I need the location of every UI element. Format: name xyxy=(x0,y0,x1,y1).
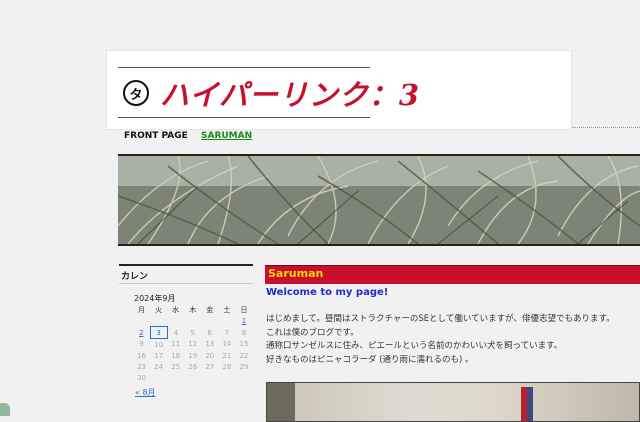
calendar-day xyxy=(201,372,218,383)
post-image-shadow xyxy=(267,383,295,421)
calendar-day: 13 xyxy=(205,340,215,349)
calendar-day: 23 xyxy=(137,362,146,371)
calendar-day-link[interactable]: 2 xyxy=(133,327,150,339)
calendar-day: 15 xyxy=(239,340,249,349)
calendar-day xyxy=(218,315,235,327)
calendar-week: 9 10 11 12 13 14 15 xyxy=(133,339,253,351)
calendar-day: 28 xyxy=(222,362,232,371)
calendar-day xyxy=(184,315,201,327)
calendar-day xyxy=(150,372,167,383)
calendar-day xyxy=(133,315,150,327)
weekday-sat: 土 xyxy=(223,305,231,314)
calendar-day: 5 xyxy=(190,328,195,337)
calendar-week: 30 xyxy=(133,372,253,383)
calendar-day: 16 xyxy=(137,351,146,360)
calendar-day: 27 xyxy=(205,362,215,371)
calendar-prev-month-link[interactable]: « 8月 xyxy=(135,387,156,398)
calendar-day: 25 xyxy=(171,362,181,371)
calendar-weekday-row: 月 火 水 木 金 土 日 xyxy=(133,304,253,315)
calendar-day: 24 xyxy=(154,362,164,371)
calendar-day-today[interactable]: 3 xyxy=(149,326,168,339)
calendar-day: 6 xyxy=(207,328,213,337)
calendar-day xyxy=(218,372,235,383)
calendar-day xyxy=(184,372,201,383)
weekday-mon: 月 xyxy=(138,305,146,314)
calendar-day: 26 xyxy=(188,362,198,371)
logo-rule-top xyxy=(118,67,370,68)
calendar-day: 20 xyxy=(205,351,215,360)
calendar-week: 16 17 18 19 20 21 22 xyxy=(133,350,253,361)
weekday-thu: 木 xyxy=(189,305,197,314)
calendar-day: 30 xyxy=(137,373,146,382)
header-divider xyxy=(572,127,640,128)
calendar-day: 14 xyxy=(222,340,232,349)
post-image xyxy=(266,382,640,422)
sidebar-title-underline xyxy=(119,283,253,284)
sidebar-title-rule xyxy=(119,264,253,266)
post-paragraph: 好きなものはピニャコラーダ (通り雨に濡れるのも) 。 xyxy=(266,354,474,365)
calendar-day xyxy=(167,372,184,383)
calendar-table: 月 火 水 木 金 土 日 1 2 3 4 5 6 7 8 9 10 11 12… xyxy=(133,304,253,383)
calendar-day: 9 xyxy=(139,340,144,349)
weekday-wed: 水 xyxy=(172,305,180,314)
calendar-day xyxy=(235,372,252,383)
site-logo-title[interactable]: ハイパーリンク：3 xyxy=(160,72,420,114)
weekday-sun: 日 xyxy=(240,305,248,314)
calendar-day xyxy=(201,315,218,327)
calendar-day: 11 xyxy=(171,340,181,349)
post-title[interactable]: Saruman xyxy=(268,267,323,280)
post-paragraph: 通称口サンゼルスに住み、ピエールという名前のかわいい犬を飼っています。 xyxy=(266,341,563,351)
calendar-day: 10 xyxy=(154,340,164,349)
corner-decoration xyxy=(0,403,10,416)
calendar-day: 18 xyxy=(171,351,181,360)
post-subtitle: Welcome to my page! xyxy=(266,287,389,298)
post-paragraph: はじめまして。昼間はストラクチャーのSEとして働いていますが、俳優志望でもありま… xyxy=(266,314,615,324)
calendar-day: 22 xyxy=(239,351,249,360)
calendar-day xyxy=(150,315,167,327)
nav-saruman[interactable]: SARUMAN xyxy=(201,131,252,141)
calendar-caption: 2024年9月 xyxy=(134,294,176,303)
calendar-week: 23 24 25 26 27 28 29 xyxy=(133,361,253,372)
calendar-day: 17 xyxy=(154,351,164,360)
calendar-day: 21 xyxy=(222,351,232,360)
calendar-day: 4 xyxy=(173,328,179,337)
calendar-day: 7 xyxy=(224,328,230,337)
calendar-day-link[interactable]: 1 xyxy=(235,315,252,327)
post-body: はじめまして。昼間はストラクチャーのSEとして働いていますが、俳優志望でもありま… xyxy=(266,313,640,367)
weekday-tue: 火 xyxy=(155,305,163,314)
calendar-day: 19 xyxy=(188,351,198,360)
nav-front-page[interactable]: FRONT PAGE xyxy=(124,131,188,141)
logo-mark: タ xyxy=(123,80,149,106)
calendar-week: 1 xyxy=(133,315,253,327)
post-image-blue-strip xyxy=(527,387,533,421)
weekday-fri: 金 xyxy=(206,305,214,314)
calendar-day: 8 xyxy=(241,328,247,337)
calendar-day: 29 xyxy=(239,362,249,371)
calendar-week: 2 3 4 5 6 7 8 xyxy=(133,326,253,339)
calendar-day: 12 xyxy=(188,340,198,349)
post-paragraph: これは僕のブログです。 xyxy=(266,327,359,338)
logo-rule-bottom xyxy=(118,117,370,118)
header-banner-image xyxy=(118,154,640,246)
calendar-day xyxy=(167,315,184,327)
sidebar-calendar-title: カレン xyxy=(121,272,149,282)
